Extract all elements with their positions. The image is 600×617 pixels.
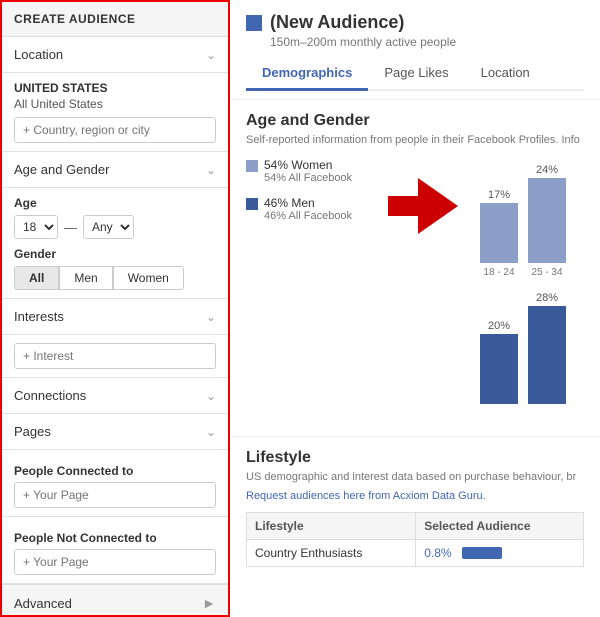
age-gender-desc: Self-reported information from people in… (246, 134, 584, 146)
age-dash: — (64, 220, 77, 235)
women-25-34-range: 25 - 34 (531, 267, 562, 278)
interest-input[interactable] (14, 343, 216, 369)
not-connected-content: People Not Connected to (2, 517, 228, 584)
advanced-section-toggle[interactable]: Advanced ► (2, 584, 228, 617)
age-gender-title: Age and Gender (246, 112, 584, 130)
women-18-24-bar (480, 203, 518, 263)
interests-section-toggle[interactable]: Interests ⌄ (2, 299, 228, 335)
women-25-34-bar (528, 178, 566, 263)
selected-audience-col-header: Selected Audience (416, 513, 584, 540)
connected-page-input[interactable] (14, 482, 216, 508)
chart-area: 54% Women 54% All Facebook 46% Men 46% A… (246, 158, 584, 408)
legend-area: 54% Women 54% All Facebook 46% Men 46% A… (246, 158, 376, 222)
interests-chevron-icon: ⌄ (206, 310, 216, 324)
gender-men-button[interactable]: Men (59, 266, 112, 290)
interests-content (2, 335, 228, 378)
men-legend-icon (246, 198, 258, 210)
men-bars: 20% 28% (480, 288, 566, 408)
arrow-area (388, 158, 458, 254)
tab-demographics[interactable]: Demographics (246, 57, 368, 91)
women-bar-25-34: 24% 25 - 34 (528, 164, 566, 278)
lifestyle-name: Country Enthusiasts (247, 540, 416, 567)
men-25-34-bar (528, 306, 566, 404)
pages-label: Pages (14, 424, 51, 439)
age-from-select[interactable]: 18 (14, 215, 58, 239)
location-input[interactable] (14, 117, 216, 143)
men-18-24-pct: 20% (488, 320, 510, 332)
men-bar-18-24: 20% (480, 320, 518, 408)
lifestyle-link[interactable]: Request audiences here from Acxiom Data … (246, 490, 486, 502)
age-gender-label: Age and Gender (14, 162, 109, 177)
men-bar-25-34: 28% (528, 292, 566, 408)
women-pct-label: 54% Women (264, 158, 352, 172)
audience-title: (New Audience) (270, 12, 404, 33)
men-legend: 46% Men 46% All Facebook (246, 196, 376, 222)
lifestyle-desc: US demographic and interest data based o… (246, 471, 584, 483)
location-chevron-icon: ⌄ (206, 48, 216, 62)
advanced-label: Advanced (14, 596, 72, 611)
audience-header: (New Audience) 150m–200m monthly active … (230, 0, 600, 100)
women-legend: 54% Women 54% All Facebook (246, 158, 376, 184)
audience-icon (246, 15, 262, 31)
table-row: Country Enthusiasts 0.8% (247, 540, 584, 567)
men-18-24-bar (480, 334, 518, 404)
location-sub: All United States (14, 97, 216, 111)
location-content: UNITED STATES All United States (2, 73, 228, 152)
selected-audience-cell: 0.8% (416, 540, 584, 567)
location-country: UNITED STATES (14, 81, 216, 95)
age-gender-chevron-icon: ⌄ (206, 163, 216, 177)
lifestyle-title: Lifestyle (246, 449, 584, 467)
demographics-content: Age and Gender Self-reported information… (230, 100, 600, 436)
location-label: Location (14, 47, 63, 62)
lifestyle-table: Lifestyle Selected Audience Country Enth… (246, 512, 584, 567)
audience-count: 150m–200m monthly active people (270, 35, 584, 49)
age-gender-content: Age 18 — Any Gender All Men Women (2, 188, 228, 299)
women-bar-18-24: 17% 18 - 24 (480, 189, 518, 278)
tab-page-likes[interactable]: Page Likes (368, 57, 464, 91)
advanced-chevron-icon: ► (202, 595, 216, 611)
pages-chevron-icon: ⌄ (206, 425, 216, 439)
women-25-34-pct: 24% (536, 164, 558, 176)
men-sub-label: 46% All Facebook (264, 210, 352, 222)
connections-content: People Connected to (2, 450, 228, 517)
women-legend-icon (246, 160, 258, 172)
connections-section-toggle[interactable]: Connections ⌄ (2, 378, 228, 414)
age-field-label: Age (14, 196, 216, 210)
lifestyle-section: Lifestyle US demographic and interest da… (230, 436, 600, 579)
gender-all-button[interactable]: All (14, 266, 59, 290)
women-18-24-range: 18 - 24 (483, 267, 514, 278)
not-connected-page-input[interactable] (14, 549, 216, 575)
age-gender-section-toggle[interactable]: Age and Gender ⌄ (2, 152, 228, 188)
audience-bar-container: 0.8% (424, 546, 575, 560)
women-18-24-pct: 17% (488, 189, 510, 201)
connections-label: Connections (14, 388, 86, 403)
women-sub-label: 54% All Facebook (264, 172, 352, 184)
gender-women-button[interactable]: Women (113, 266, 184, 290)
women-bars: 17% 18 - 24 24% 25 - 34 (480, 158, 566, 278)
interests-label: Interests (14, 309, 64, 324)
red-arrow-icon (388, 178, 458, 234)
tabs-row: Demographics Page Likes Location (246, 57, 584, 91)
age-to-select[interactable]: Any (83, 215, 134, 239)
left-panel: CREATE AUDIENCE Location ⌄ UNITED STATES… (0, 0, 230, 617)
connected-to-label: People Connected to (14, 458, 216, 482)
pages-section-toggle[interactable]: Pages ⌄ (2, 414, 228, 450)
gender-button-group: All Men Women (14, 266, 216, 290)
location-section-toggle[interactable]: Location ⌄ (2, 37, 228, 73)
create-audience-header: CREATE AUDIENCE (2, 2, 228, 37)
bars-wrapper: 17% 18 - 24 24% 25 - 34 20% (470, 158, 566, 408)
gender-field-label: Gender (14, 247, 216, 261)
men-25-34-pct: 28% (536, 292, 558, 304)
audience-pct: 0.8% (424, 546, 456, 560)
right-panel: (New Audience) 150m–200m monthly active … (230, 0, 600, 617)
lifestyle-col-header: Lifestyle (247, 513, 416, 540)
not-connected-to-label: People Not Connected to (14, 525, 216, 549)
men-pct-label: 46% Men (264, 196, 352, 210)
audience-bar-fill (462, 547, 502, 559)
connections-chevron-icon: ⌄ (206, 389, 216, 403)
tab-location[interactable]: Location (465, 57, 546, 91)
